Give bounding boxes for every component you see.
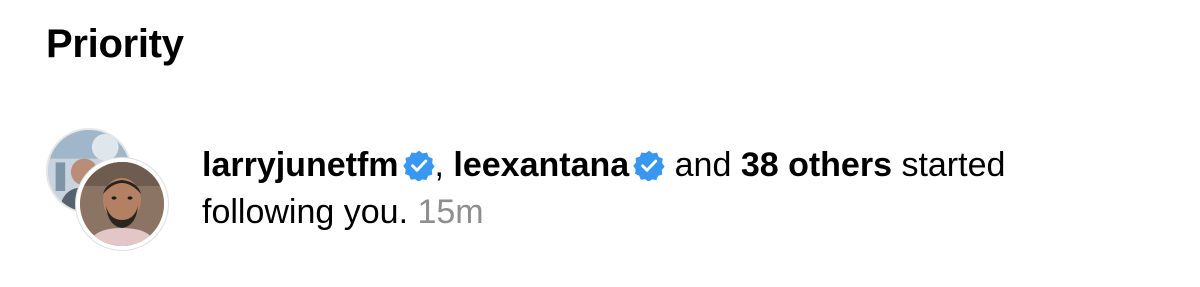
avatar-stack[interactable]: [44, 124, 174, 254]
others-count[interactable]: 38 others: [741, 146, 892, 184]
notification-text: larryjunetfm, leexantana and 38 others s…: [202, 142, 1162, 236]
verified-badge-icon: [633, 149, 665, 181]
username-larryjunetfm[interactable]: larryjunetfm: [202, 146, 399, 184]
avatar-leexantana[interactable]: [76, 158, 168, 250]
action-text-line2: following you.: [202, 193, 409, 231]
avatar-photo-front: [80, 162, 164, 246]
verified-badge-icon: [402, 149, 435, 181]
notification-row[interactable]: larryjunetfm, leexantana and 38 others s…: [44, 124, 1174, 264]
separator: ,: [434, 146, 444, 184]
section-title: Priority: [46, 22, 184, 66]
timestamp: 15m: [417, 193, 484, 231]
username-leexantana[interactable]: leexantana: [453, 146, 629, 184]
connector-text: and: [674, 146, 732, 184]
action-text-line1: started: [901, 146, 1006, 184]
